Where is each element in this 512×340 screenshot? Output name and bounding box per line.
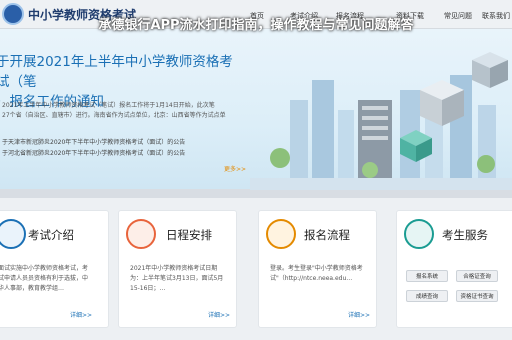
card-title[interactable]: 日程安排 — [166, 227, 212, 243]
card-title[interactable]: 考生服务 — [442, 227, 488, 243]
user-service-icon — [404, 219, 434, 249]
card-title[interactable]: 考试介绍 — [28, 227, 74, 243]
registration-system-button[interactable]: 报名系统 — [406, 270, 448, 282]
notice-list-item[interactable]: 于河北省新冠肺炎2020年下半年中小学教师资格考试（面试）的公告 — [2, 148, 232, 159]
card-more-link[interactable]: 详细>> — [348, 310, 370, 319]
card-text: 面试实施中小学教师资格考试，考试申请人员员资格有利于选拔，中华人事部，教育教学组… — [0, 265, 89, 292]
qualification-query-button[interactable]: 资格证书查询 — [456, 290, 498, 302]
form-icon — [266, 219, 296, 249]
notice-description: 2021年上半年中小学教师资格考试（笔试）报名工作将于1月14日开始，此次笔 2… — [2, 101, 240, 121]
notice-list: 于天津市新冠肺炎2020年下半年中小学教师资格考试（面试）的公告 于河北省新冠肺… — [2, 137, 232, 159]
certificate-query-button[interactable]: 合格证查询 — [456, 270, 498, 282]
city-illustration — [250, 52, 512, 190]
notice-list-item[interactable]: 于天津市新冠肺炎2020年下半年中小学教师资格考试（面试）的公告 — [2, 137, 232, 148]
card-text: 登录。考生登录"中小学教师资格考试"（http://ntce.neea.edu… — [270, 265, 363, 282]
card-text: 2021年中小学教师资格考试日期为：上半年笔试3月13日，面试5月15-16日；… — [130, 265, 224, 292]
checklist-icon — [126, 219, 156, 249]
overlay-title: 承德银行APP流水打印指南，操作教程与常见问题解答 — [98, 18, 414, 33]
notice-description-line1: 2021年上半年中小学教师资格考试（笔试）报名工作将于1月14日开始，此次笔 — [2, 102, 215, 109]
notice-more-link[interactable]: 更多>> — [224, 164, 246, 173]
card-more-link[interactable]: 详细>> — [208, 310, 230, 319]
card-more-link[interactable]: 详细>> — [70, 310, 92, 319]
card-title[interactable]: 报名流程 — [304, 227, 350, 243]
notice-title-line1[interactable]: 于开展2021年上半年中小学教师资格考试（笔 — [0, 52, 241, 92]
score-query-button[interactable]: 成绩查询 — [406, 290, 448, 302]
notice-description-line2: 27个省（自治区、直辖市）进行。海南省作为试点单位，北京：山西省等作为试点单 — [2, 112, 226, 119]
